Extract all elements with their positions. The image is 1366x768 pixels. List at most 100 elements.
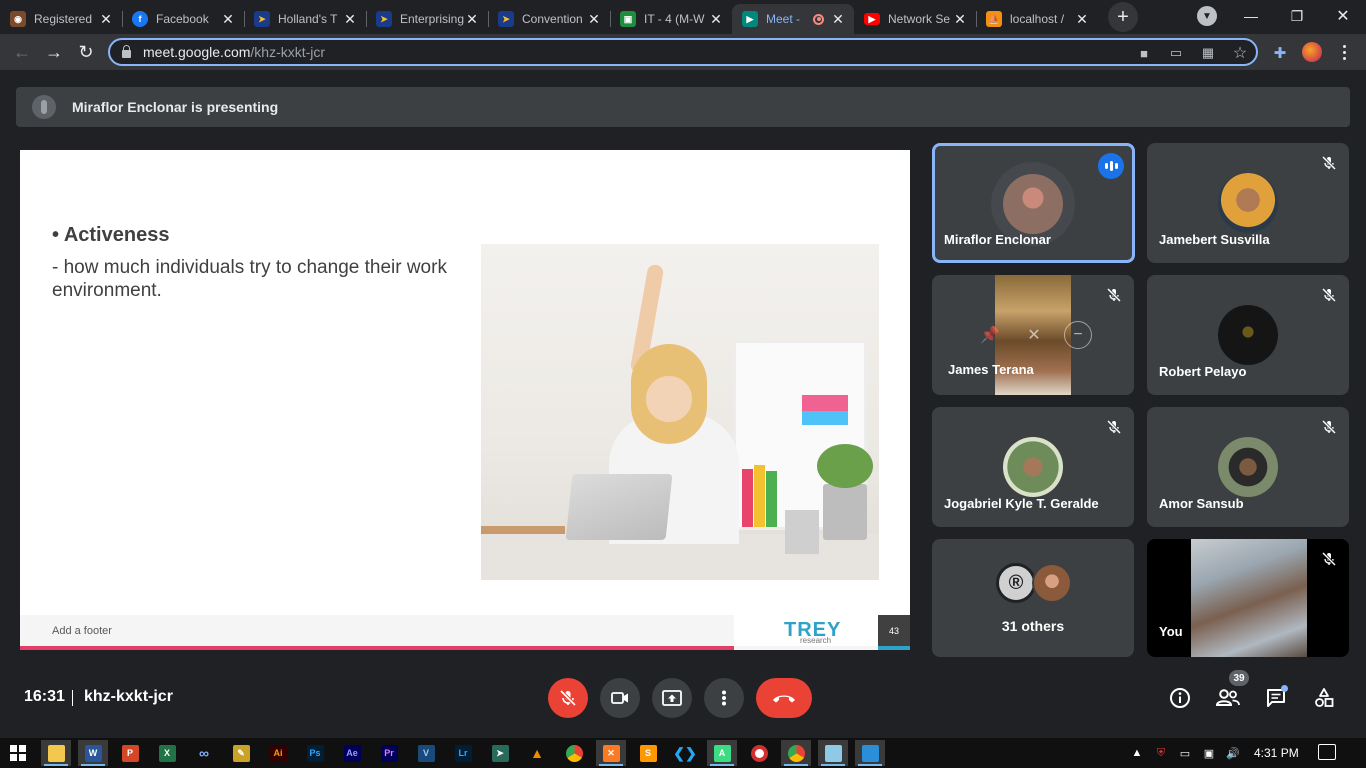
chrome-icon[interactable] bbox=[781, 740, 811, 766]
lightroom-icon[interactable]: Lr bbox=[448, 740, 478, 766]
camera-icon[interactable]: ■ bbox=[1135, 44, 1153, 62]
meeting-details-button[interactable] bbox=[1166, 684, 1194, 712]
notepad-icon[interactable] bbox=[818, 740, 848, 766]
browser-toolbar: ← → ↻ meet.google.com/khz-kxkt-jcr ■ ▭ ▦… bbox=[0, 34, 1366, 70]
vlc-icon[interactable]: ▲ bbox=[522, 740, 552, 766]
present-screen-icon bbox=[662, 690, 682, 706]
volume-icon[interactable]: 🔊 bbox=[1224, 744, 1242, 762]
close-icon[interactable]: ✕ bbox=[708, 11, 724, 28]
tab-localhost[interactable]: ⛵ localhost / ✕ bbox=[976, 4, 1098, 34]
meet-control-bar: 16:31 khz-kxkt-jcr 39 bbox=[0, 662, 1366, 736]
cast-icon[interactable]: ▭ bbox=[1167, 44, 1185, 62]
footer-text: Add a footer bbox=[52, 625, 112, 637]
close-icon[interactable]: ✕ bbox=[830, 11, 846, 28]
address-bar[interactable]: meet.google.com/khz-kxkt-jcr ■ ▭ ▦ ☆ bbox=[108, 38, 1258, 66]
tab-meet[interactable]: ▶ Meet - ✕ bbox=[732, 4, 854, 34]
security-icon[interactable]: ⛨ bbox=[1152, 744, 1170, 762]
participant-tile[interactable]: Jamebert Susvilla bbox=[1147, 143, 1349, 263]
tab-title: IT - 4 (M-W bbox=[644, 12, 705, 26]
paint-app-icon[interactable]: ✎ bbox=[226, 740, 256, 766]
microphone-toggle-button[interactable] bbox=[548, 678, 588, 718]
bookmark-star-icon[interactable]: ☆ bbox=[1231, 44, 1249, 62]
sublime-icon[interactable]: S bbox=[633, 740, 663, 766]
close-icon[interactable]: ✕ bbox=[98, 11, 114, 28]
more-options-button[interactable] bbox=[704, 678, 744, 718]
recorder-icon[interactable] bbox=[744, 740, 774, 766]
network-icon[interactable]: ▣ bbox=[1200, 744, 1218, 762]
taskbar-clock[interactable]: 4:31 PM bbox=[1254, 746, 1299, 760]
pin-icon[interactable]: 📌 bbox=[976, 321, 1004, 349]
browser-menu-icon[interactable] bbox=[1334, 42, 1354, 62]
remove-icon[interactable]: − bbox=[1064, 321, 1092, 349]
facebook-icon: f bbox=[132, 11, 148, 27]
back-button[interactable]: ← bbox=[10, 40, 34, 64]
youtube-icon: ▶ bbox=[864, 13, 880, 25]
arrow-app-icon[interactable]: ➤ bbox=[485, 740, 515, 766]
excel-icon[interactable]: X bbox=[152, 740, 182, 766]
vscode-icon[interactable]: ❮❯ bbox=[670, 740, 700, 766]
video-camera-icon bbox=[611, 692, 628, 704]
after-effects-icon[interactable]: Ae bbox=[337, 740, 367, 766]
battery-icon[interactable]: ▭ bbox=[1176, 744, 1194, 762]
self-tile[interactable]: You bbox=[1147, 539, 1349, 657]
participant-tile[interactable]: Jogabriel Kyle T. Geralde bbox=[932, 407, 1134, 527]
tab-registered[interactable]: ◉ Registered ✕ bbox=[0, 4, 122, 34]
close-icon[interactable]: ✕ bbox=[220, 11, 236, 28]
camera-toggle-button[interactable] bbox=[600, 678, 640, 718]
word-icon[interactable]: W bbox=[78, 740, 108, 766]
tab-title: Convention bbox=[522, 12, 583, 26]
present-screen-button[interactable] bbox=[652, 678, 692, 718]
tab-enterprising[interactable]: ➤ Enterprising ✕ bbox=[366, 4, 488, 34]
restore-button[interactable]: ❐ bbox=[1274, 0, 1320, 32]
bullet-title-text: Activeness bbox=[63, 224, 170, 246]
globe-icon: ◉ bbox=[10, 11, 26, 27]
participant-tile[interactable]: Amor Sansub bbox=[1147, 407, 1349, 527]
powerpoint-icon[interactable]: P bbox=[115, 740, 145, 766]
windows-start-icon[interactable] bbox=[10, 745, 26, 761]
mic-off-icon[interactable]: ✕ bbox=[1020, 321, 1048, 349]
tab-classroom[interactable]: ▣ IT - 4 (M-W ✕ bbox=[610, 4, 732, 34]
premiere-icon[interactable]: Pr bbox=[374, 740, 404, 766]
tab-search-icon[interactable]: ▼ bbox=[1197, 6, 1217, 26]
photos-icon[interactable] bbox=[855, 740, 885, 766]
close-icon[interactable]: ✕ bbox=[586, 11, 602, 28]
visio-icon[interactable]: V bbox=[411, 740, 441, 766]
activities-button[interactable] bbox=[1310, 684, 1338, 712]
new-tab-button[interactable]: + bbox=[1108, 2, 1138, 32]
profile-avatar[interactable] bbox=[1302, 42, 1322, 62]
extensions-puzzle-icon[interactable]: ✚ bbox=[1270, 43, 1290, 63]
close-icon[interactable]: ✕ bbox=[342, 11, 358, 28]
others-tile[interactable]: ® 31 others bbox=[932, 539, 1134, 657]
notification-icon[interactable] bbox=[1318, 744, 1336, 760]
chrome-icon[interactable] bbox=[559, 740, 589, 766]
close-icon[interactable]: ✕ bbox=[1074, 11, 1090, 28]
tab-title: Enterprising bbox=[400, 12, 464, 26]
close-icon[interactable]: ✕ bbox=[464, 11, 480, 28]
close-window-button[interactable]: ✕ bbox=[1320, 0, 1366, 32]
participant-tile[interactable]: Miraflor Enclonar bbox=[932, 143, 1135, 263]
avatar bbox=[1003, 174, 1063, 234]
illustrator-icon[interactable]: Ai bbox=[263, 740, 293, 766]
file-explorer-icon[interactable] bbox=[41, 740, 71, 766]
reload-button[interactable]: ↻ bbox=[74, 40, 98, 64]
tab-hollands[interactable]: ➤ Holland's T ✕ bbox=[244, 4, 366, 34]
trey-research-logo: TREY research bbox=[734, 615, 878, 646]
tab-convention[interactable]: ➤ Convention ✕ bbox=[488, 4, 610, 34]
photoshop-icon[interactable]: Ps bbox=[300, 740, 330, 766]
show-hidden-icons[interactable]: ▲ bbox=[1128, 744, 1146, 762]
forward-button[interactable]: → bbox=[42, 40, 66, 64]
xampp-icon[interactable]: ✕ bbox=[596, 740, 626, 766]
leave-call-button[interactable] bbox=[756, 678, 812, 718]
qr-code-icon[interactable]: ▦ bbox=[1199, 44, 1217, 62]
close-icon[interactable]: ✕ bbox=[952, 11, 968, 28]
tab-youtube[interactable]: ▶ Network Se ✕ bbox=[854, 4, 976, 34]
minimize-button[interactable]: — bbox=[1228, 0, 1274, 32]
android-studio-icon[interactable]: A bbox=[707, 740, 737, 766]
presentation-slide: • Activeness - how much individuals try … bbox=[20, 150, 910, 650]
infinity-app-icon[interactable]: ∞ bbox=[189, 740, 219, 766]
show-everyone-button[interactable] bbox=[1214, 684, 1242, 712]
participant-tile[interactable]: 📌 ✕ − James Terana bbox=[932, 275, 1134, 395]
participant-tile[interactable]: Robert Pelayo bbox=[1147, 275, 1349, 395]
tab-facebook[interactable]: f Facebook ✕ bbox=[122, 4, 244, 34]
url-host: meet.google.com bbox=[143, 44, 251, 60]
